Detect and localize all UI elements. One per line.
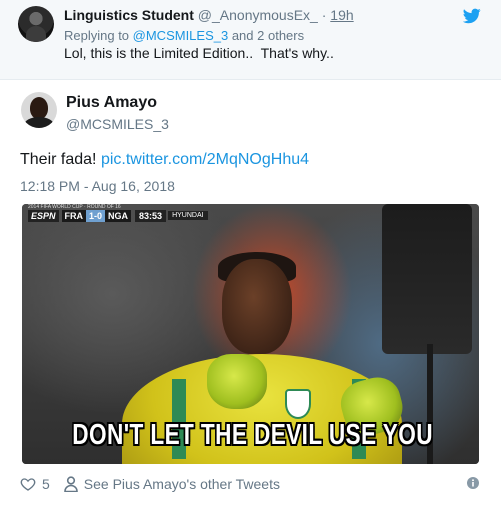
info-icon[interactable] xyxy=(467,477,479,489)
media-glove-shape xyxy=(207,354,267,409)
main-author-name[interactable]: Pius Amayo xyxy=(66,94,157,112)
reply-author-name[interactable]: Linguistics Student xyxy=(64,7,194,23)
heart-icon[interactable] xyxy=(20,476,36,492)
replying-to-prefix: Replying to xyxy=(64,28,133,43)
main-author-avatar[interactable] xyxy=(21,92,57,128)
scorebug-competition: 2014 FIFA WORLD CUP · ROUND OF 16 xyxy=(28,204,121,210)
replying-to-others[interactable]: and 2 others xyxy=(228,28,304,43)
tweet-text-body: Their fada! xyxy=(20,151,101,168)
scorebug: 2014 FIFA WORLD CUP · ROUND OF 16 ESPN F… xyxy=(28,204,208,223)
replying-to-mention[interactable]: @MCSMILES_3 xyxy=(133,28,229,43)
main-tweet: Pius Amayo @MCSMILES_3 Their fada! pic.t… xyxy=(0,80,501,510)
replying-to: Replying to @MCSMILES_3 and 2 others xyxy=(64,28,304,43)
scorebug-clock: 83:53 xyxy=(135,209,167,222)
twitter-bird-icon[interactable] xyxy=(463,8,481,24)
scorebug-sponsor: HYUNDAI xyxy=(168,211,208,220)
avatar-face xyxy=(30,97,48,119)
reply-tweet[interactable]: Linguistics Student @_AnonymousEx_ · 19h… xyxy=(0,0,501,80)
person-icon[interactable] xyxy=(63,476,78,492)
meme-caption: DON'T LET THE DEVIL USE YOU xyxy=(72,419,433,451)
reply-separator: · xyxy=(321,7,327,23)
tweet-actions: 5 See Pius Amayo's other Tweets xyxy=(20,473,280,495)
tweet-timestamp[interactable]: 12:18 PM - Aug 16, 2018 xyxy=(20,178,175,194)
media-head-shape xyxy=(222,259,292,354)
media-crest-shape xyxy=(285,389,311,419)
reply-author-avatar[interactable] xyxy=(18,6,54,42)
see-other-tweets-link[interactable]: See Pius Amayo's other Tweets xyxy=(84,476,280,492)
reply-author-handle[interactable]: @_AnonymousEx_ xyxy=(198,7,318,23)
like-count[interactable]: 5 xyxy=(42,476,50,492)
tweet-media-image[interactable]: 2014 FIFA WORLD CUP · ROUND OF 16 ESPN F… xyxy=(22,204,479,464)
reply-header: Linguistics Student @_AnonymousEx_ · 19h xyxy=(64,7,354,23)
reply-time[interactable]: 19h xyxy=(330,7,353,23)
tweet-text: Their fada! pic.twitter.com/2MqNOgHhu4 xyxy=(20,151,309,169)
avatar-shirt xyxy=(24,117,54,128)
tweet-media-link[interactable]: pic.twitter.com/2MqNOgHhu4 xyxy=(101,151,309,168)
reply-text: Lol, this is the Limited Edition.. That'… xyxy=(64,45,334,61)
media-camera-shape xyxy=(382,204,472,354)
scorebug-team-away: NGA xyxy=(105,209,132,222)
scorebug-score: 1-0 xyxy=(86,209,106,222)
scorebug-team-home: FRA xyxy=(61,209,87,222)
scorebug-broadcaster: ESPN xyxy=(28,209,59,222)
main-author-handle[interactable]: @MCSMILES_3 xyxy=(66,116,169,132)
